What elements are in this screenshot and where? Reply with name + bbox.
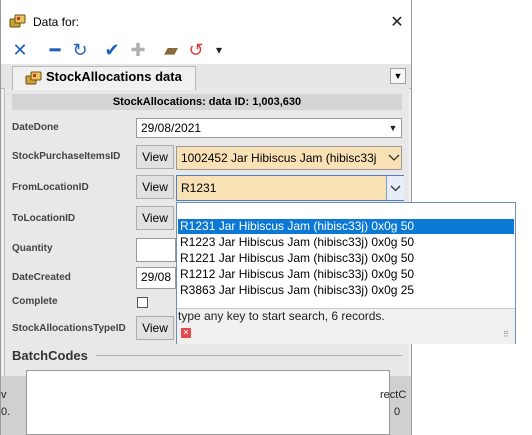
date-created-field[interactable]: 29/08 xyxy=(136,267,176,289)
tab-label: StockAllocations data xyxy=(46,69,182,84)
popup-list-item[interactable]: R3863 Jar Hibiscus Jam (hibisc33j) 0x0g … xyxy=(178,283,514,298)
grid-column-fragment-left: v xyxy=(1,389,7,401)
popup-list-item[interactable]: R1231 Jar Hibiscus Jam (hibisc33j) 0x0g … xyxy=(178,219,514,234)
complete-checkbox[interactable] xyxy=(137,297,148,308)
clear-search-icon[interactable]: ✕ xyxy=(181,328,191,338)
undo-icon[interactable]: ↺ xyxy=(186,40,206,60)
view-type-button[interactable]: View xyxy=(136,316,174,340)
date-done-label: DateDone xyxy=(12,122,59,133)
stock-purchase-items-chevron-icon[interactable] xyxy=(387,150,401,164)
record-header: StockAllocations: data ID: 1,003,630 xyxy=(12,94,402,110)
dropdown-icon[interactable]: ▾ xyxy=(209,40,229,60)
quantity-label: Quantity xyxy=(12,243,53,254)
date-done-dropdown-icon[interactable]: ▼ xyxy=(385,119,401,137)
resize-grip-icon[interactable]: ⠿ xyxy=(503,330,509,339)
window-title: Data for: xyxy=(33,15,80,29)
quantity-field[interactable] xyxy=(136,238,176,262)
refresh-icon[interactable]: ↻ xyxy=(70,40,90,60)
date-done-field[interactable]: 29/08/2021 xyxy=(136,118,402,138)
grid-cell-fragment-left: 0. xyxy=(1,406,11,418)
popup-status-text: type any key to start search, 6 records. xyxy=(178,309,385,323)
batchcodes-heading: BatchCodes xyxy=(12,348,88,363)
add-icon[interactable]: ✚ xyxy=(128,40,148,60)
complete-label: Complete xyxy=(12,296,58,307)
section-divider xyxy=(96,355,402,356)
cancel-icon[interactable]: ✕ xyxy=(10,40,30,60)
close-icon[interactable]: ✕ xyxy=(386,12,408,34)
batchcodes-memo[interactable] xyxy=(26,370,390,435)
check-icon[interactable]: ✔ xyxy=(102,40,122,60)
view-stock-purchase-items-button[interactable]: View xyxy=(136,145,174,169)
stock-purchase-items-field[interactable]: 1002452 Jar Hibiscus Jam (hibisc33j xyxy=(176,146,402,170)
grid-column-fragment-right: rectC xyxy=(380,389,407,401)
popup-list-item[interactable]: R1223 Jar Hibiscus Jam (hibisc33j) 0x0g … xyxy=(178,235,514,250)
remove-icon[interactable]: ━ xyxy=(45,40,65,60)
to-location-label: ToLocationID xyxy=(12,213,76,224)
tab-icon xyxy=(25,70,43,86)
from-location-chevron-icon[interactable] xyxy=(386,176,404,200)
stock-purchase-items-label: StockPurchaseItemsID xyxy=(12,151,121,162)
view-from-location-button[interactable]: View xyxy=(136,175,174,199)
from-location-label: FromLocationID xyxy=(12,182,89,193)
type-label: StockAllocationsTypeID xyxy=(12,323,126,334)
date-created-label: DateCreated xyxy=(12,272,71,283)
popup-list-item[interactable]: R1221 Jar Hibiscus Jam (hibisc33j) 0x0g … xyxy=(178,251,514,266)
popup-list-item[interactable]: R1212 Jar Hibiscus Jam (hibisc33j) 0x0g … xyxy=(178,267,514,282)
view-to-location-button[interactable]: View xyxy=(136,206,174,230)
tab-menu-dropdown[interactable]: ▼ xyxy=(390,68,406,84)
from-location-field[interactable]: R1231 xyxy=(176,175,404,201)
grid-cell-fragment-right: 0 xyxy=(394,406,401,418)
eraser-icon[interactable]: ▰ xyxy=(161,40,181,60)
app-icon xyxy=(9,13,27,29)
